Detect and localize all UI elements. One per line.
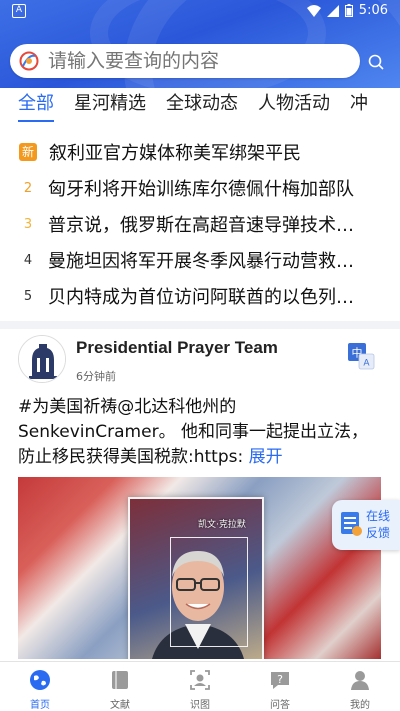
- post-author[interactable]: Presidential Prayer Team: [76, 338, 278, 358]
- post-body: #为美国祈祷@北达科他州的SenkevinCramer。 他和同事一起提出立法，…: [18, 397, 368, 467]
- question-icon: ?: [269, 669, 291, 691]
- clock: 5:06: [358, 3, 388, 18]
- list-item[interactable]: 5 贝内特成为首位访问阿联酋的以色列…: [0, 278, 400, 314]
- signal-icon: [326, 4, 339, 17]
- tab-people[interactable]: 人物活动: [258, 88, 330, 122]
- post-time: 6分钟前: [76, 370, 116, 383]
- feedback-button[interactable]: 在线反馈: [332, 500, 400, 550]
- headline: 曼施坦因将军开展冬季风暴行动营救…: [48, 251, 354, 272]
- hot-list: 新 叙利亚官方媒体称美军绑架平民 2 匈牙利将开始训练库尔德佩什梅加部队 3 普…: [0, 134, 400, 314]
- face-scan-icon: [189, 669, 211, 691]
- nav-qa[interactable]: ? 问答: [240, 662, 320, 711]
- nav-label: 首页: [30, 700, 50, 711]
- nav-label: 问答: [270, 700, 290, 711]
- list-item[interactable]: 新 叙利亚官方媒体称美军绑架平民: [0, 134, 400, 170]
- face-detection-box: [170, 537, 248, 647]
- status-right: 5:06: [306, 3, 388, 18]
- nav-label: 文献: [110, 700, 130, 711]
- tab-global-news[interactable]: 全球动态: [166, 88, 238, 122]
- nav-label: 识图: [190, 700, 210, 711]
- tab-featured[interactable]: 星河精选: [74, 88, 146, 122]
- nav-profile[interactable]: 我的: [320, 662, 400, 711]
- rank-number: 4: [23, 252, 33, 268]
- face-label: 凯文·克拉默: [198, 520, 246, 530]
- new-badge: 新: [19, 143, 37, 161]
- headline: 匈牙利将开始训练库尔德佩什梅加部队: [48, 179, 354, 200]
- svg-text:?: ?: [277, 673, 283, 686]
- tab-all[interactable]: 全部: [18, 88, 54, 122]
- globe-icon: [29, 669, 51, 691]
- nav-label: 我的: [350, 700, 370, 711]
- list-item[interactable]: 4 曼施坦因将军开展冬季风暴行动营救…: [0, 242, 400, 278]
- search-logo-icon: [18, 50, 40, 72]
- notification-icon: A: [12, 4, 26, 18]
- search-icon[interactable]: [364, 50, 388, 74]
- rank-number: 5: [23, 288, 33, 304]
- headline: 叙利亚官方媒体称美军绑架平民: [49, 143, 301, 164]
- avatar[interactable]: [18, 335, 66, 383]
- section-divider: [0, 321, 400, 329]
- battery-icon: [344, 4, 353, 17]
- rank-number: 3: [23, 216, 33, 232]
- list-item[interactable]: 2 匈牙利将开始训练库尔德佩什梅加部队: [0, 170, 400, 206]
- feedback-label: 在线反馈: [366, 509, 391, 540]
- category-tabs: 全部 星河精选 全球动态 人物活动 冲: [0, 88, 400, 122]
- headline: 普京说，俄罗斯在高超音速导弹技术…: [48, 215, 354, 236]
- book-icon: [109, 669, 131, 691]
- nav-literature[interactable]: 文献: [80, 662, 160, 711]
- search-bar[interactable]: [10, 44, 360, 78]
- bottom-nav: 首页 文献 识图 ? 问答 我的: [0, 661, 400, 711]
- svg-text:A: A: [363, 359, 370, 369]
- user-icon: [349, 669, 371, 691]
- wifi-icon: [306, 4, 321, 17]
- nav-home[interactable]: 首页: [0, 662, 80, 711]
- search-input[interactable]: [48, 50, 338, 72]
- nav-image-recognition[interactable]: 识图: [160, 662, 240, 711]
- status-bar: A 5:06: [0, 0, 400, 24]
- rank-number: 2: [23, 180, 33, 196]
- post-text: #为美国祈祷@北达科他州的SenkevinCramer。 他和同事一起提出立法，…: [18, 395, 378, 470]
- translate-icon[interactable]: 中 A: [346, 341, 376, 371]
- post-image[interactable]: 凯文·克拉默: [18, 477, 381, 659]
- tab-conflict[interactable]: 冲: [350, 88, 368, 122]
- expand-link[interactable]: 展开: [249, 447, 283, 467]
- list-item[interactable]: 3 普京说，俄罗斯在高超音速导弹技术…: [0, 206, 400, 242]
- feedback-icon: [338, 509, 364, 539]
- headline: 贝内特成为首位访问阿联酋的以色列…: [48, 287, 354, 308]
